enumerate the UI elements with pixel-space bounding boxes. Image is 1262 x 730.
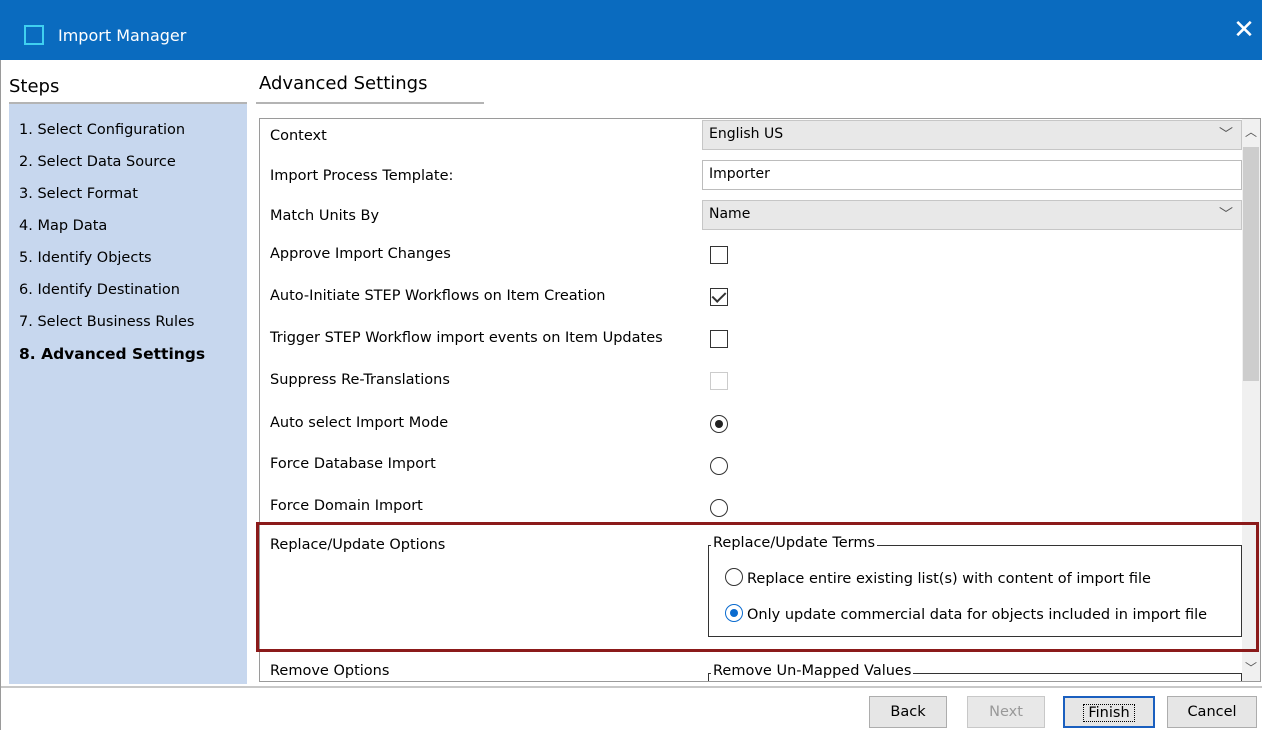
window-title: Import Manager: [58, 26, 187, 45]
dialog-body: Steps 1. Select Configuration 2. Select …: [0, 60, 1262, 730]
app-icon: [24, 25, 44, 45]
force-db-label: Force Database Import: [270, 456, 436, 472]
trigger-label: Trigger STEP Workflow import events on I…: [270, 330, 663, 346]
step-item[interactable]: 7. Select Business Rules: [19, 310, 205, 342]
step-item[interactable]: 4. Map Data: [19, 214, 205, 246]
title-bar: Import Manager ✕: [0, 0, 1262, 60]
force-domain-label: Force Domain Import: [270, 498, 423, 514]
auto-select-label: Auto select Import Mode: [270, 415, 449, 431]
context-label: Context: [270, 128, 327, 144]
chevron-down-icon: ﹀: [1219, 207, 1233, 223]
update-commercial-label: Only update commercial data for objects …: [747, 607, 1208, 623]
back-button[interactable]: Back: [869, 696, 947, 728]
cancel-button[interactable]: Cancel: [1167, 696, 1257, 728]
replace-list-label: Replace entire existing list(s) with con…: [747, 571, 1151, 587]
scroll-up-icon[interactable]: ︿: [1242, 119, 1260, 145]
step-item-active[interactable]: 8. Advanced Settings: [19, 342, 205, 374]
page-title: Advanced Settings: [259, 73, 428, 94]
match-units-value: Name: [709, 206, 751, 222]
template-label: Import Process Template:: [270, 168, 454, 184]
step-item[interactable]: 5. Identify Objects: [19, 246, 205, 278]
suppress-checkbox: [710, 372, 728, 390]
footer-divider: [1, 686, 1262, 688]
auto-initiate-checkbox[interactable]: [710, 288, 728, 306]
remove-label: Remove Options: [270, 663, 390, 679]
update-commercial-option[interactable]: Only update commercial data for objects …: [725, 604, 1208, 624]
force-db-radio[interactable]: [710, 457, 728, 475]
finish-button[interactable]: Finish: [1063, 696, 1155, 728]
force-domain-radio[interactable]: [710, 499, 728, 517]
template-field[interactable]: Importer: [702, 160, 1242, 190]
radio-icon[interactable]: [725, 568, 743, 586]
step-item[interactable]: 1. Select Configuration: [19, 118, 205, 150]
step-item[interactable]: 6. Identify Destination: [19, 278, 205, 310]
vertical-scrollbar[interactable]: ︿ ﹀: [1242, 119, 1260, 681]
match-units-label: Match Units By: [270, 208, 380, 224]
title-underline: [256, 102, 484, 104]
step-item[interactable]: 3. Select Format: [19, 182, 205, 214]
approve-checkbox[interactable]: [710, 246, 728, 264]
replace-update-group-title: Replace/Update Terms: [711, 535, 878, 551]
context-dropdown[interactable]: English US ﹀: [702, 120, 1242, 150]
steps-panel: Steps 1. Select Configuration 2. Select …: [9, 68, 247, 684]
approve-label: Approve Import Changes: [270, 246, 451, 262]
chevron-down-icon: ﹀: [1219, 127, 1233, 143]
replace-update-group: Replace/Update Terms Replace entire exis…: [708, 535, 1242, 637]
scroll-down-icon[interactable]: ﹀: [1242, 655, 1260, 681]
trigger-checkbox[interactable]: [710, 330, 728, 348]
context-value: English US: [709, 126, 784, 142]
finish-label: Finish: [1083, 704, 1135, 722]
scroll-thumb[interactable]: [1243, 147, 1259, 381]
match-units-dropdown[interactable]: Name ﹀: [702, 200, 1242, 230]
steps-list: 1. Select Configuration 2. Select Data S…: [19, 118, 205, 374]
steps-heading: Steps: [9, 68, 247, 104]
radio-selected-icon[interactable]: [725, 604, 743, 622]
suppress-label: Suppress Re-Translations: [270, 372, 450, 388]
step-item[interactable]: 2. Select Data Source: [19, 150, 205, 182]
replace-update-label: Replace/Update Options: [270, 537, 446, 553]
auto-initiate-label: Auto-Initiate STEP Workflows on Item Cre…: [270, 288, 606, 304]
remove-group-title: Remove Un-Mapped Values: [711, 663, 914, 679]
replace-list-option[interactable]: Replace entire existing list(s) with con…: [725, 568, 1151, 588]
auto-select-radio[interactable]: [710, 415, 728, 433]
remove-group: Remove Un-Mapped Values: [708, 663, 1242, 681]
next-button[interactable]: Next: [967, 696, 1045, 728]
close-icon[interactable]: ✕: [1232, 16, 1256, 44]
settings-panel: Context English US ﹀ Import Process Temp…: [259, 118, 1261, 682]
